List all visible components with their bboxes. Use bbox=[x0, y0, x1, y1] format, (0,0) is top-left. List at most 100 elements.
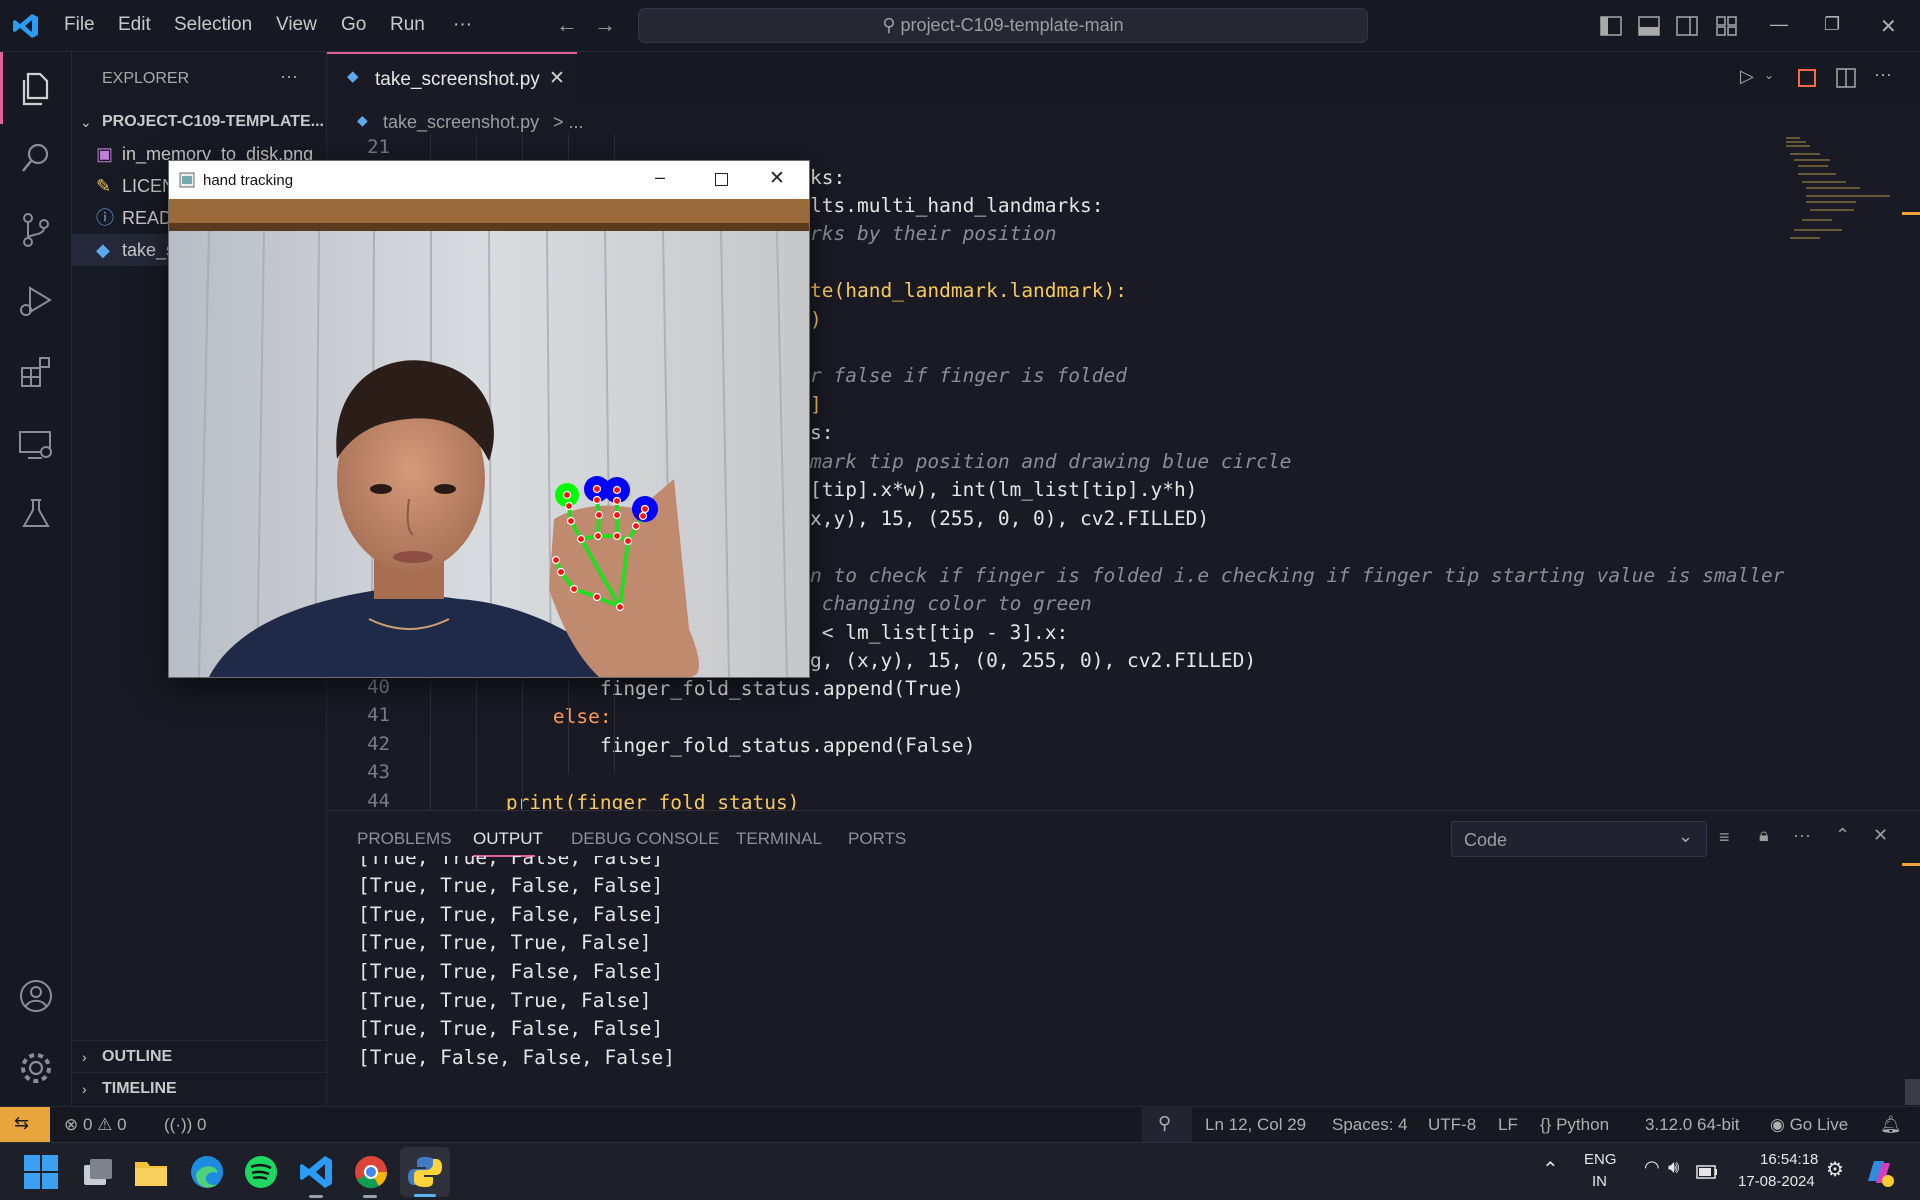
menu-edit[interactable]: Edit bbox=[118, 14, 151, 36]
tab-label: take_screenshot.py bbox=[375, 69, 540, 90]
language-indicator-bottom[interactable]: IN bbox=[1592, 1173, 1607, 1190]
settings-gear-icon[interactable] bbox=[16, 1048, 56, 1088]
remote-icon: ⇆ bbox=[14, 1113, 30, 1133]
close-tab-icon[interactable]: ✕ bbox=[549, 67, 565, 90]
task-view-icon[interactable] bbox=[78, 1153, 116, 1191]
extensions-icon[interactable] bbox=[16, 352, 56, 392]
zoom-indicator[interactable]: ⚲ bbox=[1142, 1107, 1192, 1143]
panel-scrollbar[interactable] bbox=[1905, 1079, 1920, 1105]
menu-view[interactable]: View bbox=[276, 14, 317, 36]
back-arrow-icon[interactable]: ← bbox=[556, 12, 578, 38]
toggle-secondary-sidebar-icon[interactable] bbox=[1676, 16, 1698, 36]
timeline-section[interactable]: › TIMELINE bbox=[72, 1072, 327, 1104]
run-debug-icon[interactable] bbox=[16, 280, 56, 320]
code-text: n to check if finger is folded i.e check… bbox=[810, 564, 1785, 587]
go-live-button[interactable]: ◉ Go Live bbox=[1770, 1115, 1848, 1135]
remote-explorer-icon[interactable] bbox=[16, 424, 56, 464]
output-channel-select[interactable]: Code ⌄ bbox=[1451, 821, 1707, 857]
split-editor-icon[interactable] bbox=[1836, 68, 1856, 88]
python-interpreter[interactable]: 3.12.0 64-bit bbox=[1645, 1115, 1740, 1135]
explorer-more-button[interactable]: ··· bbox=[280, 66, 298, 87]
tab-output[interactable]: OUTPUT bbox=[473, 829, 543, 849]
language-indicator-top[interactable]: ENG bbox=[1584, 1151, 1617, 1168]
broadcast-icon: ◉ bbox=[1770, 1115, 1790, 1134]
close-icon[interactable]: ✕ bbox=[769, 167, 785, 190]
clock-time[interactable]: 16:54:18 bbox=[1760, 1151, 1818, 1168]
menu-file[interactable]: File bbox=[64, 14, 95, 36]
vscode-taskbar-icon[interactable] bbox=[298, 1153, 336, 1191]
close-window-icon[interactable]: ✕ bbox=[1880, 14, 1897, 39]
python-app-active[interactable] bbox=[400, 1147, 450, 1197]
chevron-down-icon[interactable]: ⌄ bbox=[1764, 68, 1774, 82]
clock-date[interactable]: 17-08-2024 bbox=[1738, 1173, 1815, 1190]
tab-debug-console[interactable]: DEBUG CONSOLE bbox=[571, 829, 719, 849]
code-line: finger_fold_status.append(True) bbox=[412, 675, 1812, 704]
tab-take-screenshot[interactable]: ◆ take_screenshot.py ✕ bbox=[327, 52, 577, 104]
code-text: r false if finger is folded bbox=[810, 364, 1127, 387]
stop-icon[interactable] bbox=[1798, 69, 1816, 87]
accounts-icon[interactable] bbox=[16, 976, 56, 1016]
ports-count[interactable]: ((·)) 0 bbox=[164, 1115, 207, 1135]
run-file-icon[interactable]: ▷ bbox=[1740, 66, 1754, 87]
remote-indicator[interactable]: ⇆ bbox=[0, 1107, 50, 1143]
show-hidden-icons-icon[interactable]: ⌃ bbox=[1542, 1157, 1559, 1182]
clear-output-icon[interactable]: ≡ bbox=[1719, 827, 1730, 848]
code-comment: changing color to green bbox=[810, 590, 1920, 619]
file-explorer-icon[interactable] bbox=[132, 1153, 170, 1191]
volume-icon[interactable]: 🔊︎ bbox=[1668, 1157, 1679, 1178]
testing-icon[interactable] bbox=[16, 494, 56, 534]
lock-icon[interactable]: 🔒︎ bbox=[1759, 825, 1769, 846]
spotify-icon[interactable] bbox=[242, 1153, 280, 1191]
explorer-icon[interactable] bbox=[16, 68, 56, 108]
chrome-icon[interactable] bbox=[352, 1153, 390, 1191]
tab-terminal[interactable]: TERMINAL bbox=[736, 829, 822, 849]
minimize-icon[interactable]: — bbox=[1770, 14, 1788, 35]
notifications-bell-icon[interactable]: 🔔︎ bbox=[1880, 1115, 1902, 1135]
minimize-icon[interactable]: – bbox=[655, 167, 665, 188]
menu-run[interactable]: Run bbox=[390, 14, 425, 36]
end-of-line[interactable]: LF bbox=[1498, 1115, 1518, 1135]
search-icon[interactable] bbox=[16, 138, 56, 178]
menu-go[interactable]: Go bbox=[341, 14, 366, 36]
errors-count[interactable]: ⊗ 0 ⚠ 0 bbox=[64, 1115, 127, 1135]
windows-start-icon[interactable] bbox=[22, 1153, 60, 1191]
scroll-marker bbox=[1902, 212, 1920, 215]
project-folder-row[interactable]: ⌄ PROJECT-C109-TEMPLATE... bbox=[72, 106, 327, 138]
chevron-down-icon: ⌄ bbox=[80, 114, 92, 130]
toggle-panel-icon[interactable] bbox=[1638, 16, 1660, 36]
code-comment: r false if finger is folded bbox=[810, 362, 1920, 391]
toggle-sidebar-icon[interactable] bbox=[1600, 16, 1622, 36]
breadcrumb-file[interactable]: take_screenshot.py bbox=[383, 112, 539, 133]
forward-arrow-icon[interactable]: → bbox=[594, 12, 616, 38]
minimap[interactable] bbox=[1780, 134, 1900, 284]
maximize-icon[interactable] bbox=[715, 173, 728, 186]
indentation[interactable]: Spaces: 4 bbox=[1332, 1115, 1408, 1135]
battery-icon[interactable] bbox=[1696, 1165, 1718, 1179]
breadcrumb-rest[interactable]: > ... bbox=[553, 112, 584, 133]
tab-problems[interactable]: PROBLEMS bbox=[357, 829, 451, 849]
tab-ports[interactable]: PORTS bbox=[848, 829, 906, 849]
maximize-panel-icon[interactable]: ⌃ bbox=[1835, 825, 1850, 846]
encoding[interactable]: UTF-8 bbox=[1428, 1115, 1476, 1135]
outline-section[interactable]: › OUTLINE bbox=[72, 1040, 327, 1072]
copilot-icon[interactable] bbox=[1862, 1155, 1896, 1189]
notification-settings-icon[interactable]: ⚙ bbox=[1826, 1157, 1844, 1182]
language-mode[interactable]: {} Python bbox=[1540, 1115, 1609, 1135]
panel-more-icon[interactable]: ··· bbox=[1793, 825, 1811, 846]
command-search-box[interactable]: ⚲ project-C109-template-main bbox=[638, 8, 1368, 43]
customize-layout-icon[interactable] bbox=[1716, 16, 1738, 36]
menu-selection[interactable]: Selection bbox=[174, 14, 252, 36]
cursor-position[interactable]: Ln 12, Col 29 bbox=[1205, 1115, 1306, 1135]
code-text: lts.multi_hand_landmarks: bbox=[810, 194, 1104, 217]
hand-tracking-titlebar[interactable]: hand tracking – ✕ bbox=[169, 161, 809, 199]
source-control-icon[interactable] bbox=[16, 210, 56, 250]
running-indicator bbox=[363, 1195, 377, 1198]
braces-icon: {} bbox=[1540, 1115, 1557, 1134]
wifi-icon[interactable]: ◠ bbox=[1644, 1157, 1660, 1178]
close-panel-icon[interactable]: ✕ bbox=[1873, 825, 1888, 846]
editor-more-icon[interactable]: ··· bbox=[1874, 64, 1892, 85]
maximize-icon[interactable]: ❐ bbox=[1824, 14, 1840, 35]
menu-more[interactable]: ··· bbox=[453, 14, 472, 36]
hand-tracking-window[interactable]: hand tracking – ✕ bbox=[168, 160, 810, 678]
edge-browser-icon[interactable] bbox=[188, 1153, 226, 1191]
